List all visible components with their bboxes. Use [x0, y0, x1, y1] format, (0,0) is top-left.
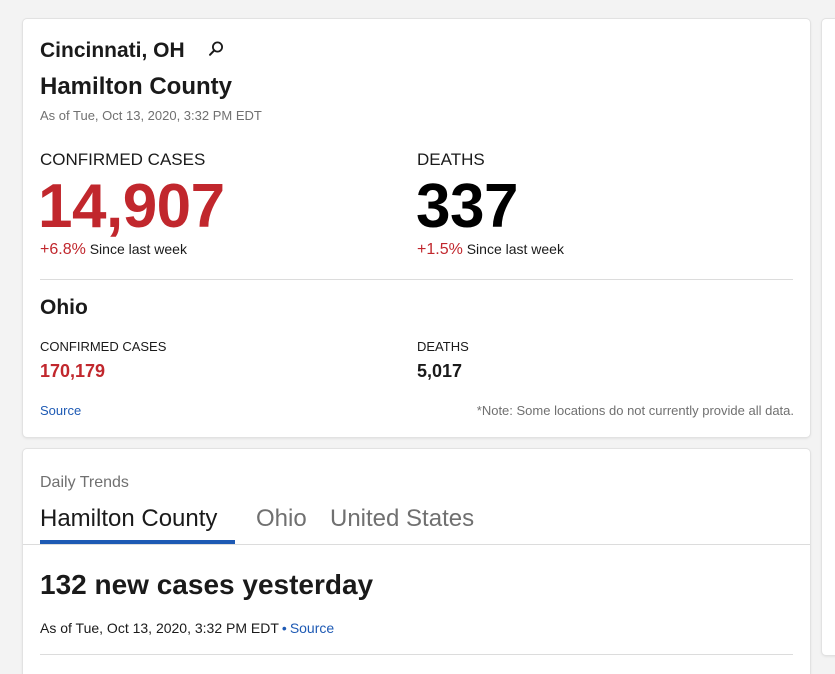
- location-title: Cincinnati, OH: [40, 39, 185, 62]
- adjacent-card-edge: [822, 19, 835, 655]
- confirmed-cases-value: 14,907: [38, 172, 225, 241]
- state-cases-value: 170,179: [40, 361, 106, 381]
- source-link[interactable]: Source: [40, 403, 81, 418]
- separator-dot: •: [281, 620, 287, 636]
- tab-united-states[interactable]: United States: [330, 505, 474, 533]
- tab-ohio[interactable]: Ohio: [256, 505, 307, 533]
- deaths-change-text: Since last week: [466, 241, 564, 257]
- deaths-change-percent: +1.5%: [417, 241, 463, 258]
- trends-divider: [40, 654, 793, 655]
- divider: [40, 279, 793, 280]
- daily-trends-label: Daily Trends: [40, 474, 129, 491]
- state-deaths-value: 5,017: [417, 361, 463, 381]
- new-cases-headline: 132 new cases yesterday: [40, 569, 374, 600]
- cases-change-text: Since last week: [89, 241, 187, 257]
- tabs-divider: [23, 544, 810, 545]
- trends-as-of: As of Tue, Oct 13, 2020, 3:32 PM EDT • Sou…: [40, 620, 334, 636]
- deaths-label: DEATHS: [417, 150, 485, 169]
- trends-as-of-text: As of Tue, Oct 13, 2020, 3:32 PM EDT: [40, 620, 279, 636]
- as-of-timestamp: As of Tue, Oct 13, 2020, 3:32 PM EDT: [40, 108, 262, 123]
- deaths-weekly-change: +1.5% Since last week: [417, 241, 564, 259]
- trends-source-link[interactable]: Source: [290, 620, 334, 636]
- state-cases-label: CONFIRMED CASES: [40, 339, 167, 354]
- covid-summary-card: Cincinnati, OH Hamilton County As of Tue…: [23, 19, 810, 437]
- confirmed-cases-label: CONFIRMED CASES: [40, 150, 206, 169]
- state-title: Ohio: [40, 296, 88, 319]
- daily-trends-card: Daily Trends Hamilton County Ohio United…: [23, 449, 810, 674]
- county-title: Hamilton County: [40, 73, 232, 100]
- data-note: *Note: Some locations do not currently p…: [476, 403, 794, 418]
- search-icon[interactable]: [207, 40, 225, 58]
- state-deaths-label: DEATHS: [417, 339, 469, 354]
- deaths-value: 337: [416, 172, 518, 241]
- cases-weekly-change: +6.8% Since last week: [40, 241, 187, 259]
- cases-change-percent: +6.8%: [40, 241, 86, 258]
- tab-hamilton-county[interactable]: Hamilton County: [40, 505, 217, 533]
